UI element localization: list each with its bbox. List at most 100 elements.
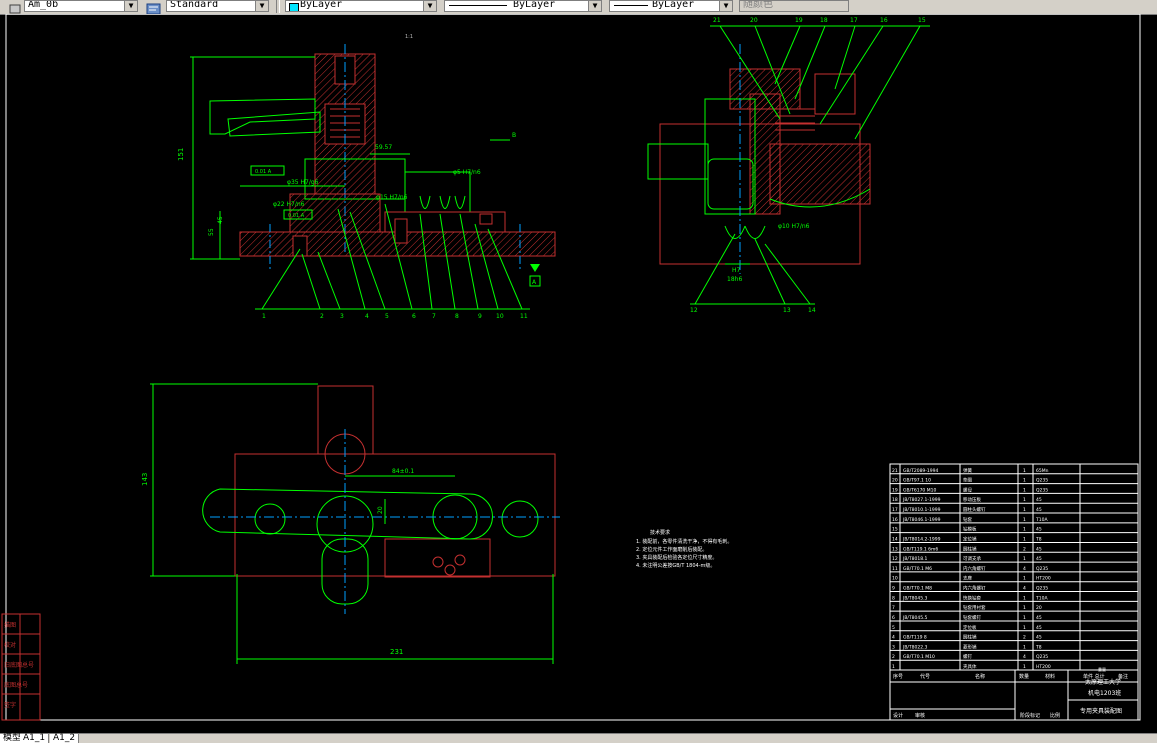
parts-cell-code: GB/T70.1 M6	[903, 566, 932, 572]
parts-cell-no: 7	[892, 605, 895, 611]
tab-layout-2[interactable]: A1_2	[50, 734, 80, 743]
school-name: 太原理工大学	[1085, 678, 1121, 686]
dim-text: 45	[217, 216, 224, 224]
parts-cell-no: 13	[892, 546, 898, 552]
lineweight-dropdown[interactable]: ByLayer ▼	[609, 0, 733, 12]
side-spring	[775, 108, 815, 131]
parts-cell-no: 20	[892, 478, 898, 484]
scale-label: 比例	[1050, 712, 1060, 719]
chevron-down-icon[interactable]: ▼	[124, 1, 137, 11]
pin	[394, 218, 408, 244]
parts-cell-no: 17	[892, 507, 898, 513]
header-mass: 重量	[1098, 666, 1106, 672]
note-line: 2. 定位元件工作面磨削后装配。	[636, 546, 707, 553]
layer-state-icon[interactable]	[8, 0, 22, 14]
parts-cell-name: 定位销	[963, 535, 977, 542]
parts-cell-mat: T8	[1035, 536, 1042, 542]
chevron-down-icon[interactable]: ▼	[255, 1, 268, 11]
text-style-icon[interactable]	[146, 0, 161, 15]
front-view: 151 55 45 0.01 A φ35 H7/g6 φ22 H7/n6 0.0…	[177, 44, 556, 320]
balloon-9: 9	[478, 313, 482, 320]
side-view: φ10 H7/n6 H7 18h6 21 20 19 18 17 16 15 1	[647, 17, 930, 314]
parts-cell-qty: 1	[1023, 605, 1026, 611]
parts-cell-qty: 1	[1023, 536, 1026, 542]
class-name: 机电1203班	[1088, 689, 1121, 697]
left-stamp-labels: 描图 校对 旧底图总号 底图总号 签字	[2, 614, 40, 720]
parts-cell-code: JB/T8046.1-1999	[902, 517, 941, 523]
parts-cell-name: 钻模板	[963, 526, 977, 533]
drawing-canvas[interactable]: 描图 校对 旧底图总号 底图总号 签字 1:1 151 55 45 0.01 A…	[0, 13, 1157, 734]
parts-cell-no: 12	[892, 556, 898, 562]
parts-cell-code: GB/T119.1 6m6	[903, 546, 938, 552]
plotstyle-dropdown[interactable]: 随颜色	[739, 0, 849, 12]
technical-notes: 技术要求 1. 装配前，各零件清洗干净，不得有毛刺。 2. 定位元件工作面磨削后…	[636, 529, 732, 569]
layer-dropdown[interactable]: Am_0b ▼	[24, 0, 138, 12]
parts-cell-code: JB/T8010.1-1999	[902, 507, 941, 513]
balloon-14: 14	[808, 307, 816, 314]
parts-cell-no: 3	[892, 644, 895, 650]
color-dropdown[interactable]: ByLayer ▼	[285, 0, 437, 12]
chevron-down-icon[interactable]: ▼	[719, 1, 732, 11]
header-material: 材料	[1045, 673, 1055, 680]
parts-cell-qty: 1	[1023, 625, 1026, 631]
fit-text: φ15 H7/n6	[376, 194, 408, 201]
linetype-preview	[449, 5, 507, 6]
balloon-numbers: 1 2 3 4 5 6 7 8 9 10 11	[262, 313, 528, 320]
balloon-3: 3	[340, 313, 344, 320]
drawing-name: 专用夹具装配图	[1080, 707, 1122, 715]
parts-cell-mat: T10A	[1035, 517, 1048, 523]
parts-cell-name: 菱形销	[963, 643, 977, 650]
parts-cell-name: 圆柱销	[963, 545, 977, 552]
properties-toolbar: Am_0b ▼ Standard ▼ ByLayer ▼ ByLayer ▼ B…	[0, 0, 1157, 15]
header-code: 代号	[920, 673, 930, 680]
stamp-label: 描图	[4, 621, 16, 629]
parts-cell-qty: 1	[1023, 615, 1026, 621]
parts-cell-name: 螺钉	[963, 653, 972, 660]
parts-cell-qty: 4	[1023, 566, 1026, 572]
parts-cell-name: 圆柱销	[963, 634, 977, 641]
color-swatch-icon	[289, 3, 299, 11]
bushings	[419, 195, 466, 209]
parts-cell-mat: T8	[1035, 644, 1042, 650]
parts-cell-qty: 1	[1023, 517, 1026, 523]
top-hole	[254, 503, 286, 535]
layer-value: Am_0b	[28, 0, 59, 10]
dim-text: H7	[732, 267, 741, 274]
parts-cell-name: 定位板	[963, 624, 977, 631]
parts-cell-qty: 1	[1023, 595, 1026, 601]
fit-text: φ22 H7/n6	[273, 201, 305, 208]
parts-cell-qty: 2	[1023, 546, 1026, 552]
parts-cell-qty: 1	[1023, 664, 1026, 670]
tab-layout-1[interactable]: A1_1	[20, 734, 50, 743]
parts-cell-no: 5	[892, 625, 895, 631]
dim-text: 151	[177, 148, 185, 161]
header-seq: 序号	[893, 673, 903, 680]
scale-mark: 1:1	[405, 34, 413, 40]
parts-cell-name: 圆柱头螺钉	[963, 506, 986, 513]
linetype-dropdown[interactable]: ByLayer ▼	[444, 0, 602, 12]
parts-cell-qty: 1	[1023, 576, 1026, 582]
stamp-label: 签字	[4, 701, 16, 709]
parts-cell-code: GB/T97.1 10	[903, 478, 931, 484]
lineweight-value: ByLayer	[652, 0, 695, 10]
side-clamp	[769, 143, 871, 205]
parts-cell-no: 4	[892, 635, 895, 641]
stage-label: 阶段标记	[1020, 712, 1040, 719]
parts-cell-no: 6	[892, 615, 895, 621]
drawing-border	[5, 13, 1141, 721]
balloon-12: 12	[690, 307, 698, 314]
chevron-down-icon[interactable]: ▼	[423, 1, 436, 11]
workpiece-jaw	[707, 158, 754, 210]
parts-cell-qty: 2	[1023, 635, 1026, 641]
fit-text: φ10 H7/n6	[778, 223, 810, 230]
dim-text: 55	[208, 228, 215, 236]
parts-cell-mat: HT200	[1036, 576, 1051, 582]
parts-cell-name: 螺母	[963, 486, 972, 493]
screw-head	[444, 564, 456, 576]
balloon-11: 11	[520, 313, 528, 320]
text-style-dropdown[interactable]: Standard ▼	[166, 0, 269, 12]
parts-cell-code: GB/T70.1 M10	[903, 654, 935, 660]
balloon-15: 15	[918, 17, 926, 24]
top-view: 143 231 84±0.1 20	[141, 383, 560, 664]
chevron-down-icon[interactable]: ▼	[588, 1, 601, 11]
